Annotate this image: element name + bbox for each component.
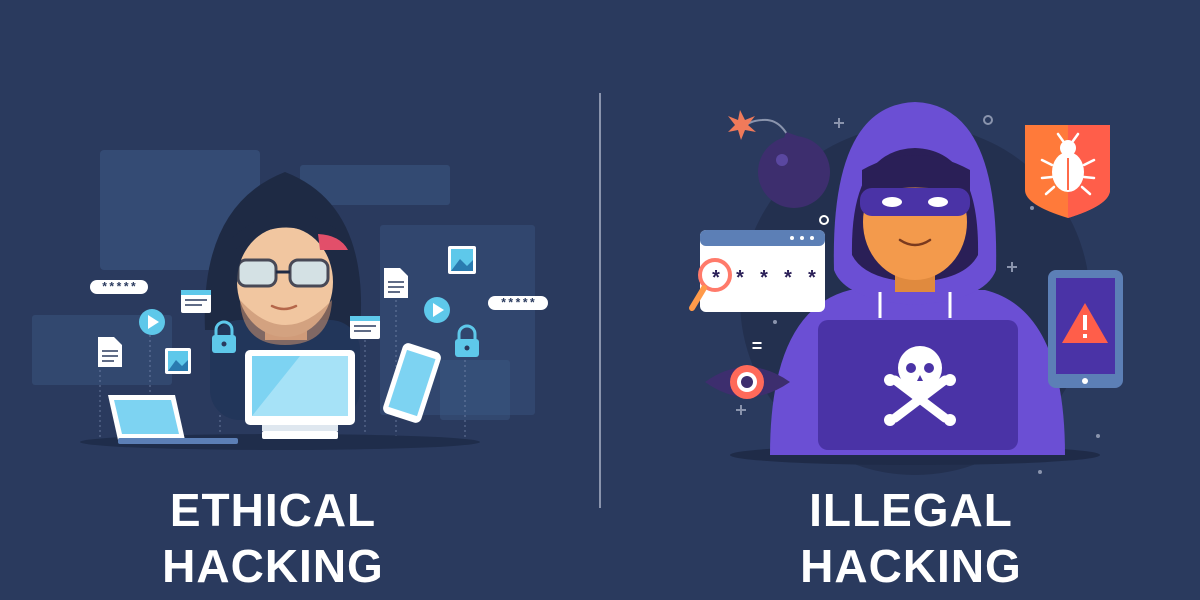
- svg-text:=: =: [752, 336, 763, 356]
- password-pill-1: *****: [90, 280, 148, 295]
- play-icon: [424, 297, 450, 323]
- caption-line: HACKING: [162, 540, 384, 592]
- caption-line: ETHICAL: [169, 484, 377, 536]
- password-pill-2: *****: [488, 296, 548, 311]
- monitor-icon: [245, 350, 355, 439]
- bg-panel: [440, 360, 510, 420]
- ethical-hacking-caption: ETHICAL HACKING: [73, 482, 473, 594]
- skull-laptop: [818, 320, 1018, 450]
- glasses-right: [288, 258, 330, 288]
- svg-text:*****: *****: [101, 281, 137, 295]
- caption-line: ILLEGAL: [809, 484, 1013, 536]
- ethical-hacking-illustration: ***** *****: [32, 150, 548, 450]
- eye-mask: [860, 188, 970, 216]
- window-icon: [181, 290, 211, 313]
- bug-shield-icon: [1025, 125, 1110, 218]
- document-icon: [98, 337, 122, 367]
- window-icon: [350, 316, 380, 339]
- center-divider: [599, 93, 601, 508]
- illegal-hacking-caption: ILLEGAL HACKING: [711, 482, 1111, 594]
- image-icon: [448, 246, 476, 274]
- illegal-hacking-illustration: = * * * * *: [689, 102, 1123, 475]
- svg-text:*****: *****: [500, 297, 536, 311]
- warning-phone-icon: [1048, 270, 1123, 388]
- play-icon: [139, 309, 165, 335]
- image-icon: [165, 348, 191, 374]
- document-icon: [384, 268, 408, 298]
- glasses-left: [236, 258, 278, 288]
- bomb-icon: [728, 110, 830, 208]
- caption-line: HACKING: [800, 540, 1022, 592]
- svg-text:* * * * *: * * * * *: [710, 269, 818, 292]
- password-window: * * * * *: [689, 230, 825, 312]
